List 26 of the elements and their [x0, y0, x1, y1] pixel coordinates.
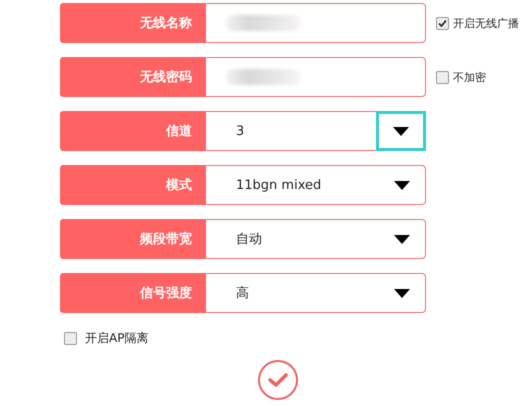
- dropdown[interactable]: 信号强度 高: [60, 273, 426, 313]
- checkbox-label: 开启AP隔离: [85, 330, 148, 347]
- checkbox[interactable]: [64, 332, 77, 345]
- selected-value: 11bgn mixed: [236, 178, 322, 192]
- field-label: 模式: [60, 165, 206, 205]
- field-label: 信道: [60, 111, 206, 151]
- field-label: 信号强度: [60, 273, 206, 313]
- confirm-button[interactable]: [258, 360, 298, 400]
- dropdown[interactable]: 信道 3: [60, 111, 426, 151]
- selected-value: 自动: [236, 231, 262, 248]
- selected-value: 3: [236, 124, 244, 138]
- field-label: 无线密码: [60, 57, 206, 97]
- caret-icon[interactable]: [394, 288, 410, 298]
- caret-icon[interactable]: [394, 234, 410, 244]
- selected-value: 高: [236, 285, 249, 302]
- checkbox[interactable]: [436, 16, 449, 30]
- checkbox-label: 不加密: [453, 70, 486, 84]
- field-label: 频段带宽: [60, 219, 206, 259]
- caret-icon[interactable]: [394, 180, 410, 190]
- checkbox[interactable]: [436, 70, 449, 84]
- checkbox-label: 开启无线广播: [453, 16, 519, 30]
- field-label: 无线名称: [60, 3, 206, 43]
- check-icon: [268, 373, 288, 387]
- caret-icon[interactable]: [393, 126, 409, 136]
- dropdown[interactable]: 模式 11bgn mixed: [60, 165, 426, 205]
- dropdown[interactable]: 频段带宽 自动: [60, 219, 426, 259]
